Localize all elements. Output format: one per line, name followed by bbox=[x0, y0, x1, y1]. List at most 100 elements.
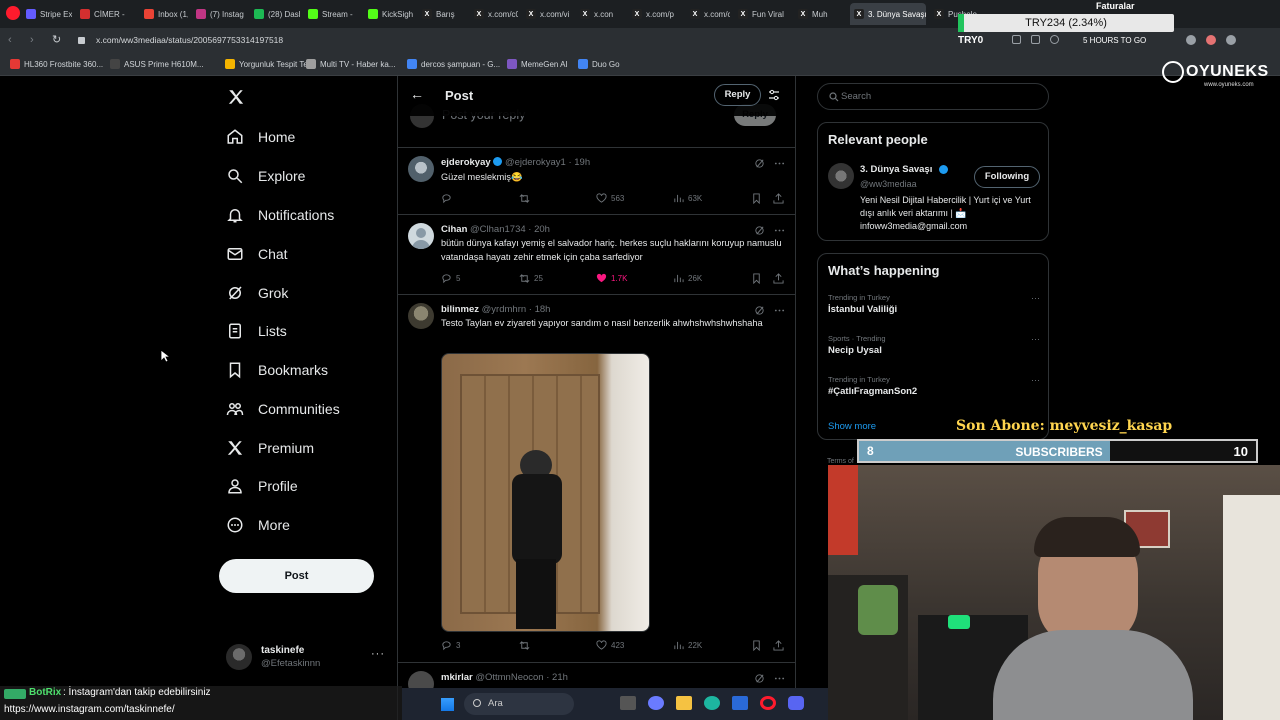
views-action[interactable]: 26K bbox=[673, 273, 702, 284]
repost-action[interactable] bbox=[519, 640, 530, 651]
author-name[interactable]: Cihan bbox=[441, 224, 467, 235]
nav-item-more[interactable]: More bbox=[226, 516, 290, 534]
more-dots-icon[interactable]: ··· bbox=[1031, 293, 1040, 303]
reload-icon[interactable]: ↻ bbox=[52, 33, 61, 46]
browser-tab[interactable]: X Muh bbox=[794, 3, 846, 25]
author-handle[interactable]: @yrdmhrn bbox=[482, 304, 527, 315]
more-dots-icon[interactable] bbox=[774, 673, 785, 684]
author-name[interactable]: ejderokyay bbox=[441, 157, 491, 168]
views-action[interactable]: 22K bbox=[673, 640, 702, 651]
author-handle[interactable]: @OttmnNeocon bbox=[475, 672, 543, 683]
browser-tab[interactable]: X 3. Dünya Savaşı bbox=[850, 3, 926, 25]
edge-icon[interactable] bbox=[704, 696, 720, 710]
trend-item[interactable]: Trending in Turkey #ÇatlıFragmanSon2 ··· bbox=[828, 375, 1040, 397]
tweet[interactable]: ejderokyay @ejderokyay1 · 19h Güzel mesl… bbox=[398, 148, 795, 215]
like-action[interactable]: 423 bbox=[596, 640, 624, 651]
nav-item-grok[interactable]: Grok bbox=[226, 284, 288, 302]
bookmark-action[interactable] bbox=[751, 273, 762, 284]
following-button[interactable]: Following bbox=[974, 166, 1040, 188]
author-name[interactable]: bilinmez bbox=[441, 304, 479, 315]
nav-item-premium[interactable]: Premium bbox=[226, 439, 314, 457]
opera-icon[interactable] bbox=[760, 696, 776, 710]
windows-start-icon[interactable] bbox=[440, 697, 454, 711]
share-action[interactable] bbox=[773, 273, 784, 284]
browser-tab[interactable]: Inbox (1, bbox=[140, 3, 188, 25]
person-handle[interactable]: @ww3mediaa bbox=[860, 179, 917, 189]
back-nav-icon[interactable]: ‹ bbox=[8, 34, 12, 46]
search-box[interactable]: Search bbox=[817, 83, 1049, 110]
nav-item-notifications[interactable]: Notifications bbox=[226, 206, 334, 224]
camera-icon[interactable] bbox=[1031, 35, 1040, 44]
extension-icon[interactable] bbox=[1186, 35, 1196, 45]
file-explorer-icon[interactable] bbox=[620, 696, 636, 710]
reply-action[interactable]: 5 bbox=[441, 273, 460, 284]
search-input[interactable]: Search bbox=[841, 91, 871, 102]
browser-tab[interactable]: X Fun Viral bbox=[734, 3, 790, 25]
repost-action[interactable]: 25 bbox=[519, 273, 543, 284]
nav-item-home[interactable]: Home bbox=[226, 128, 295, 146]
forward-nav-icon[interactable]: › bbox=[30, 34, 34, 46]
bookmark-item[interactable]: HL360 Frostbite 360... bbox=[10, 59, 103, 69]
more-dots-icon[interactable]: ··· bbox=[1031, 334, 1040, 344]
profile-icon[interactable] bbox=[1226, 35, 1236, 45]
browser-tab[interactable]: Stream - bbox=[304, 3, 360, 25]
bookmark-item[interactable]: Yorgunluk Tespit Test bbox=[225, 59, 314, 69]
like-action[interactable]: 1.7K bbox=[596, 273, 627, 284]
nav-item-bookmarks[interactable]: Bookmarks bbox=[226, 361, 328, 379]
terms-link[interactable]: Terms of bbox=[827, 458, 854, 465]
avatar[interactable] bbox=[828, 163, 854, 189]
tweet[interactable]: Cihan @Clhan1734 · 20h bütün dünya kafay… bbox=[398, 215, 795, 295]
like-action[interactable]: 563 bbox=[596, 193, 624, 204]
reply-action[interactable] bbox=[441, 193, 452, 204]
person-name[interactable]: 3. Dünya Savaşı bbox=[860, 164, 932, 175]
share-action[interactable] bbox=[773, 193, 784, 204]
tweet-time[interactable]: · 20h bbox=[528, 224, 550, 235]
nav-item-chat[interactable]: Chat bbox=[226, 245, 288, 263]
folder-icon[interactable] bbox=[676, 696, 692, 710]
tweet[interactable]: bilinmez @yrdmhrn · 18h Testo Taylan ev … bbox=[398, 295, 795, 663]
author-handle[interactable]: @ejderokyay1 bbox=[505, 157, 566, 168]
header-reply-button[interactable]: Reply bbox=[714, 84, 761, 106]
browser-tab[interactable]: Stripe Ex bbox=[22, 3, 72, 25]
grok-icon[interactable] bbox=[754, 225, 765, 236]
store-icon[interactable] bbox=[732, 696, 748, 710]
more-dots-icon[interactable]: ··· bbox=[371, 648, 385, 660]
filter-settings-icon[interactable] bbox=[768, 89, 780, 101]
trend-item[interactable]: Trending in Turkey İstanbul Valiliği ··· bbox=[828, 293, 1040, 315]
more-dots-icon[interactable] bbox=[774, 158, 785, 169]
reply-action[interactable]: 3 bbox=[441, 640, 460, 651]
avatar[interactable] bbox=[408, 303, 434, 329]
tweet-media-image[interactable] bbox=[441, 353, 650, 632]
browser-tab[interactable]: Xx.com/c0 bbox=[470, 3, 518, 25]
discord-icon[interactable] bbox=[788, 696, 804, 710]
browser-tab[interactable]: (7) Instag bbox=[192, 3, 246, 25]
browser-tab[interactable]: KickSigh bbox=[364, 3, 414, 25]
browser-tab[interactable]: Xx.com/p bbox=[628, 3, 682, 25]
lock-icon[interactable] bbox=[78, 37, 85, 44]
avatar[interactable] bbox=[408, 156, 434, 182]
nav-item-lists[interactable]: Lists bbox=[226, 322, 287, 340]
opera-logo-icon[interactable] bbox=[6, 6, 20, 20]
more-dots-icon[interactable] bbox=[774, 305, 785, 316]
bookmark-action[interactable] bbox=[751, 193, 762, 204]
bookmark-item[interactable]: dercos şampuan - G... bbox=[407, 59, 500, 69]
browser-tab[interactable]: Xx.con bbox=[576, 3, 624, 25]
pin-icon[interactable] bbox=[1012, 35, 1021, 44]
tweet-time[interactable]: · 18h bbox=[529, 304, 551, 315]
copilot-icon[interactable] bbox=[648, 696, 664, 710]
grok-icon[interactable] bbox=[754, 305, 765, 316]
bookmark-item[interactable]: ASUS Prime H610M... bbox=[110, 59, 204, 69]
grok-icon[interactable] bbox=[754, 158, 765, 169]
author-handle[interactable]: @Clhan1734 bbox=[470, 224, 526, 235]
browser-tab[interactable]: Xx.com/vi bbox=[522, 3, 572, 25]
repost-action[interactable] bbox=[519, 193, 530, 204]
x-logo-icon[interactable] bbox=[227, 88, 245, 106]
account-switcher[interactable]: taskinefe @Efetaskinnn ··· bbox=[226, 642, 386, 674]
nav-item-explore[interactable]: Explore bbox=[226, 167, 305, 185]
taskbar-search-input[interactable]: Ara bbox=[488, 698, 503, 709]
back-arrow-icon[interactable]: ← bbox=[410, 86, 424, 102]
bookmark-item[interactable]: Multi TV - Haber ka... bbox=[306, 59, 395, 69]
browser-tab[interactable]: CİMER - bbox=[76, 3, 134, 25]
chat-link[interactable]: https://www.instagram.com/taskinnefe/ bbox=[4, 704, 175, 715]
tweet-time[interactable]: · 21h bbox=[546, 672, 568, 683]
